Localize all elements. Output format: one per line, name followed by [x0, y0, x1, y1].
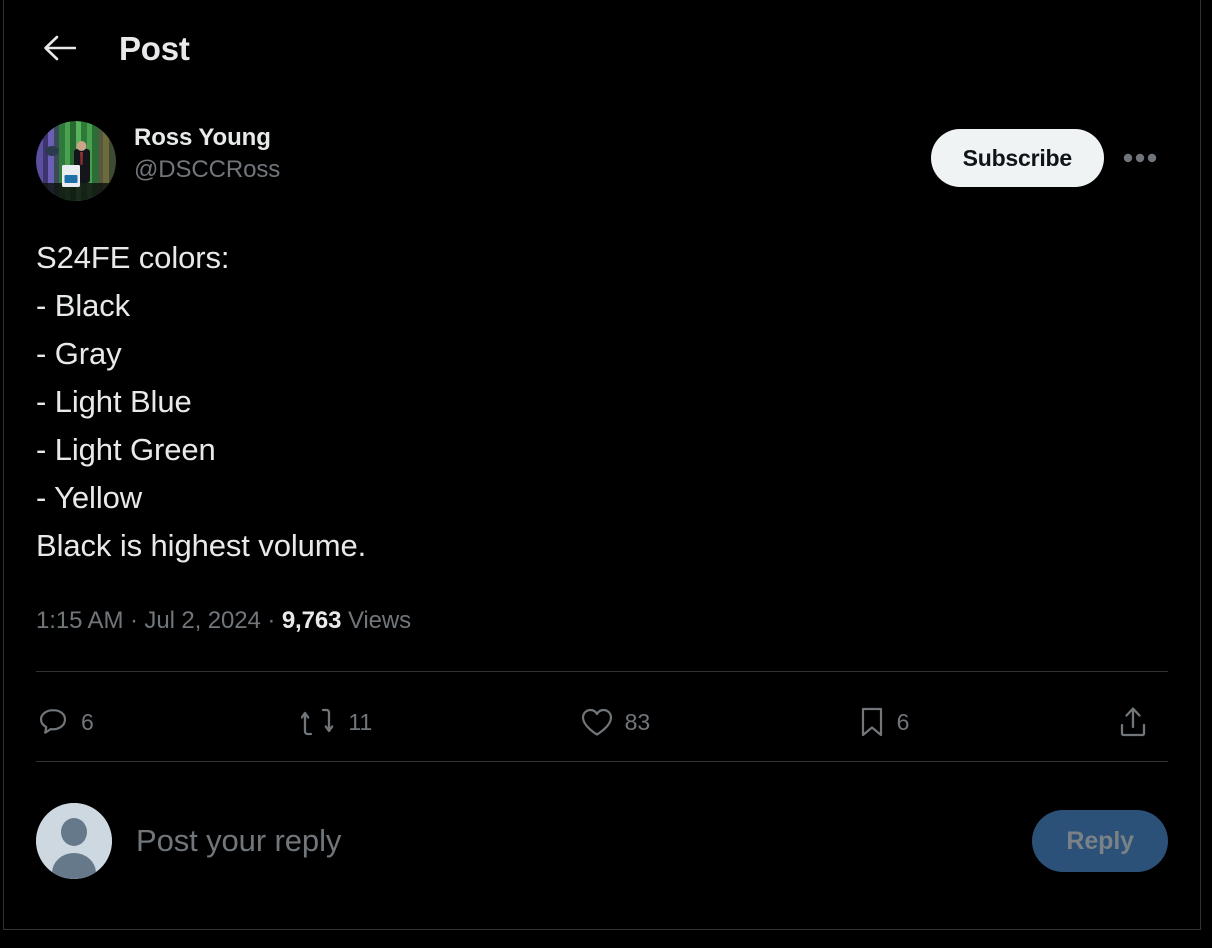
action-bar: 6 11 83 6 [36, 692, 1168, 752]
post-text-line: Black is highest volume. [36, 528, 367, 563]
share-upload-icon [1117, 705, 1149, 739]
like-action[interactable]: 83 [580, 698, 650, 746]
more-horizontal-icon [1123, 153, 1157, 163]
divider-below-actions [36, 761, 1168, 762]
default-avatar-icon [36, 803, 112, 879]
reply-avatar [36, 803, 112, 879]
post-text-line: - Gray [36, 336, 122, 371]
like-count: 83 [624, 708, 651, 735]
post-metadata: 1:15 AM · Jul 2, 2024 · 9,763 Views [36, 604, 411, 638]
author-actions: Subscribe [930, 121, 1168, 187]
page-title: Post [119, 29, 190, 67]
bookmark-count: 6 [896, 708, 910, 735]
repost-count: 11 [348, 708, 373, 735]
frame-border-left [3, 0, 4, 930]
more-options-button[interactable] [1112, 130, 1168, 186]
post-text: S24FE colors: - Black - Gray - Light Blu… [36, 234, 1168, 570]
post-text-line: S24FE colors: [36, 240, 230, 275]
header-bar: Post [4, 0, 1200, 96]
reply-composer: Reply [36, 803, 1168, 879]
subscribe-button[interactable]: Subscribe [930, 129, 1104, 187]
divider-above-actions [36, 671, 1168, 672]
repost-action[interactable]: 11 [301, 698, 372, 746]
post-text-line: - Yellow [36, 480, 143, 515]
author-names: Ross Young @DSCCRoss [134, 121, 280, 187]
post-text-line: - Light Blue [36, 384, 192, 419]
bookmark-icon [858, 705, 886, 739]
reply-input[interactable] [136, 817, 1033, 865]
post-detail-view: Post Ross Young @DSCCRoss Subscribe S24F… [0, 0, 1212, 948]
comment-icon [36, 705, 70, 739]
frame-border-bottom [3, 929, 1201, 930]
author-row: Ross Young @DSCCRoss Subscribe [36, 121, 1168, 207]
post-time: 1:15 AM [36, 607, 124, 634]
post-text-line: - Light Green [36, 432, 216, 467]
avatar[interactable] [36, 121, 116, 201]
frame-border-right [1200, 0, 1201, 930]
share-action[interactable] [1117, 698, 1160, 746]
arrow-left-icon [42, 33, 76, 63]
views-count: 9,763 [281, 607, 342, 634]
post-text-line: - Black [36, 288, 131, 323]
retweet-icon [301, 705, 337, 739]
reply-button[interactable]: Reply [1032, 810, 1168, 872]
reply-count: 6 [81, 708, 94, 735]
back-button[interactable] [28, 17, 90, 79]
author-handle[interactable]: @DSCCRoss [134, 153, 280, 187]
meta-separator: · [129, 607, 138, 634]
bookmark-action[interactable]: 6 [858, 698, 910, 746]
author-display-name[interactable]: Ross Young [134, 123, 280, 153]
reply-action[interactable]: 6 [36, 698, 94, 746]
views-label: Views [347, 607, 412, 634]
heart-icon [580, 706, 614, 738]
post-date: Jul 2, 2024 [144, 607, 261, 634]
user-avatar-photo [36, 121, 116, 201]
